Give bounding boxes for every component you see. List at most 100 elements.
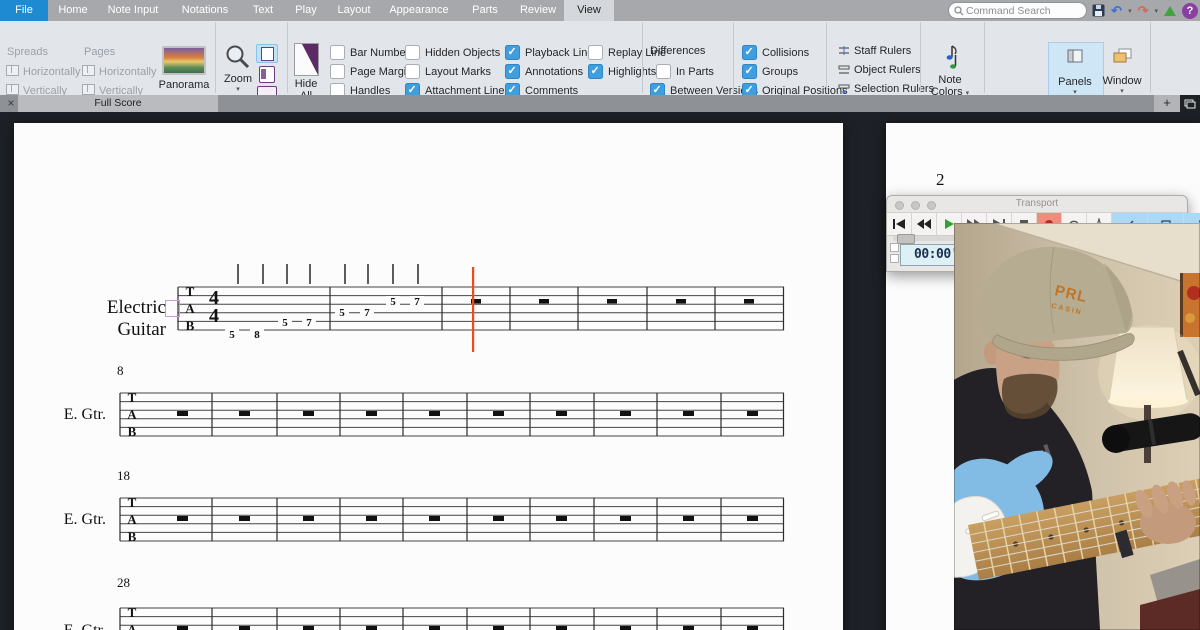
object-rulers-option[interactable]: Object Rulers	[838, 64, 921, 76]
redo-caret[interactable]: ▾	[1154, 7, 1158, 15]
sibelius-window: File Home Note Input Notations Text Play…	[0, 0, 1200, 630]
fret-number[interactable]: 7	[410, 296, 424, 308]
timecode-option-box[interactable]	[890, 254, 899, 263]
panels-icon	[1067, 49, 1083, 63]
checkbox-groups[interactable]: Groups	[742, 64, 798, 79]
timecode-option-box[interactable]	[890, 243, 899, 252]
differences-heading: Differences	[650, 45, 705, 57]
tab-view[interactable]: View	[564, 0, 614, 21]
fret-number[interactable]: 7	[302, 317, 316, 329]
staff-rulers-option[interactable]: Staff Rulers	[838, 45, 911, 57]
command-search[interactable]	[948, 2, 1087, 19]
tab-full-score[interactable]: Full Score	[18, 95, 218, 112]
checkbox-annotations[interactable]: Annotations	[505, 64, 583, 79]
score-page-1[interactable]: Electric Guitar TAB 4 4 5 8 5 7 5 7 5 7 …	[14, 123, 843, 630]
panorama-icon	[162, 46, 206, 75]
undo-caret[interactable]: ▾	[1128, 7, 1132, 15]
panels-button[interactable]: Panels ▾	[1050, 49, 1100, 96]
layout-horizontal-icon	[6, 65, 19, 76]
tab-note-input[interactable]: Note Input	[98, 0, 168, 21]
spreads-horizontally-option: Horizontally	[6, 65, 80, 78]
save-icon[interactable]	[1092, 4, 1105, 17]
checkbox-hidden-objects[interactable]: Hidden Objects	[405, 45, 500, 60]
checkbox-box[interactable]	[505, 64, 520, 79]
tab-text[interactable]: Text	[242, 0, 284, 21]
checkbox-bar-numbers[interactable]: Bar Numbers	[330, 45, 415, 60]
search-input[interactable]	[964, 4, 1073, 18]
zoom-caret[interactable]: ▾	[216, 85, 260, 93]
playback-line[interactable]	[472, 267, 474, 352]
instrument-label-short[interactable]: E. Gtr.	[42, 511, 106, 529]
checkbox-box[interactable]	[330, 64, 345, 79]
zoom-button[interactable]: Zoom ▾	[216, 44, 260, 93]
new-tab-button[interactable]: +	[1154, 95, 1180, 112]
checkbox-box[interactable]	[330, 45, 345, 60]
rewind-button[interactable]	[912, 213, 937, 235]
window-traffic-lights[interactable]	[895, 201, 936, 210]
zoom-page-width-button[interactable]	[256, 44, 278, 63]
mic-windscreen	[1102, 425, 1130, 453]
tab-review[interactable]: Review	[512, 0, 564, 21]
tab-parts[interactable]: Parts	[458, 0, 512, 21]
skip-to-start-button[interactable]	[887, 213, 912, 235]
checkbox-collisions[interactable]: Collisions	[742, 45, 809, 60]
checkbox-box[interactable]	[742, 64, 757, 79]
fret-number[interactable]: 5	[225, 329, 239, 341]
checkbox-box[interactable]	[405, 45, 420, 60]
fret-number[interactable]: 5	[386, 296, 400, 308]
tab-home[interactable]: Home	[48, 0, 98, 21]
checkbox-box[interactable]	[405, 64, 420, 79]
checkbox-box[interactable]	[656, 64, 671, 79]
panorama-button[interactable]: Panorama	[155, 46, 213, 91]
transport-title-bar[interactable]: Transport	[887, 196, 1187, 213]
pages-option: Pages	[84, 46, 115, 58]
window-button[interactable]: Window ▾	[1098, 48, 1146, 95]
slider-thumb[interactable]	[897, 234, 915, 244]
ribbon-view: Spreads Pages Horizontally Horizontally …	[0, 21, 1200, 96]
bar-number: 8	[117, 363, 124, 379]
checkbox-layout-marks[interactable]: Layout Marks	[405, 64, 491, 79]
note-colors-icon	[941, 43, 959, 71]
pages-horizontally-option: Horizontally	[82, 65, 156, 78]
checkbox-playback-line[interactable]: Playback Line	[505, 45, 594, 60]
zoom-whole-page-button[interactable]	[259, 66, 275, 83]
checkbox-box[interactable]	[742, 45, 757, 60]
checkbox-box[interactable]	[588, 64, 603, 79]
webcam-overlay: PRL CASIN	[954, 223, 1200, 630]
fret-number[interactable]: 5	[335, 307, 349, 319]
checkbox-box[interactable]	[588, 45, 603, 60]
tab-play[interactable]: Play	[284, 0, 328, 21]
checkbox-box[interactable]	[505, 45, 520, 60]
staff-rulers-icon	[838, 45, 851, 56]
object-rulers-icon	[838, 64, 851, 75]
fret-number[interactable]: 7	[360, 307, 374, 319]
warning-triangle-icon[interactable]	[1164, 6, 1176, 16]
hide-all-button[interactable]: HideAll	[290, 43, 322, 102]
staff-notation-graphics	[14, 123, 843, 630]
close-tab-icon[interactable]: ×	[4, 96, 18, 110]
tab-appearance[interactable]: Appearance	[380, 0, 458, 21]
undo-icon[interactable]: ↶	[1111, 1, 1122, 20]
instrument-label-short[interactable]: E. Gtr.	[42, 622, 106, 630]
tab-options-button[interactable]	[1180, 95, 1200, 112]
instrument-label-short[interactable]: E. Gtr.	[42, 406, 106, 424]
tab-clef: TAB	[182, 285, 198, 332]
tab-layout[interactable]: Layout	[328, 0, 380, 21]
help-icon[interactable]: ?	[1182, 3, 1198, 19]
selection-box[interactable]	[165, 300, 180, 317]
instrument-label-full[interactable]: Electric Guitar	[56, 297, 166, 341]
search-icon	[954, 6, 964, 16]
bar-number: 18	[117, 468, 130, 484]
window-caret[interactable]: ▾	[1098, 87, 1146, 95]
tab-file[interactable]: File	[0, 0, 48, 21]
checkbox-highlights[interactable]: Highlights	[588, 64, 656, 79]
note-colors-button[interactable]: Note Colors ▾	[922, 43, 978, 98]
redo-icon[interactable]: ↷	[1138, 1, 1149, 20]
tab-notations[interactable]: Notations	[168, 0, 242, 21]
hide-all-icon	[294, 43, 319, 76]
fret-number[interactable]: 5	[278, 317, 292, 329]
checkbox-in-parts[interactable]: In Parts	[656, 64, 714, 79]
tab-clef: TAB	[124, 606, 140, 630]
webcam-video: PRL CASIN	[954, 223, 1200, 630]
fret-number[interactable]: 8	[250, 329, 264, 341]
